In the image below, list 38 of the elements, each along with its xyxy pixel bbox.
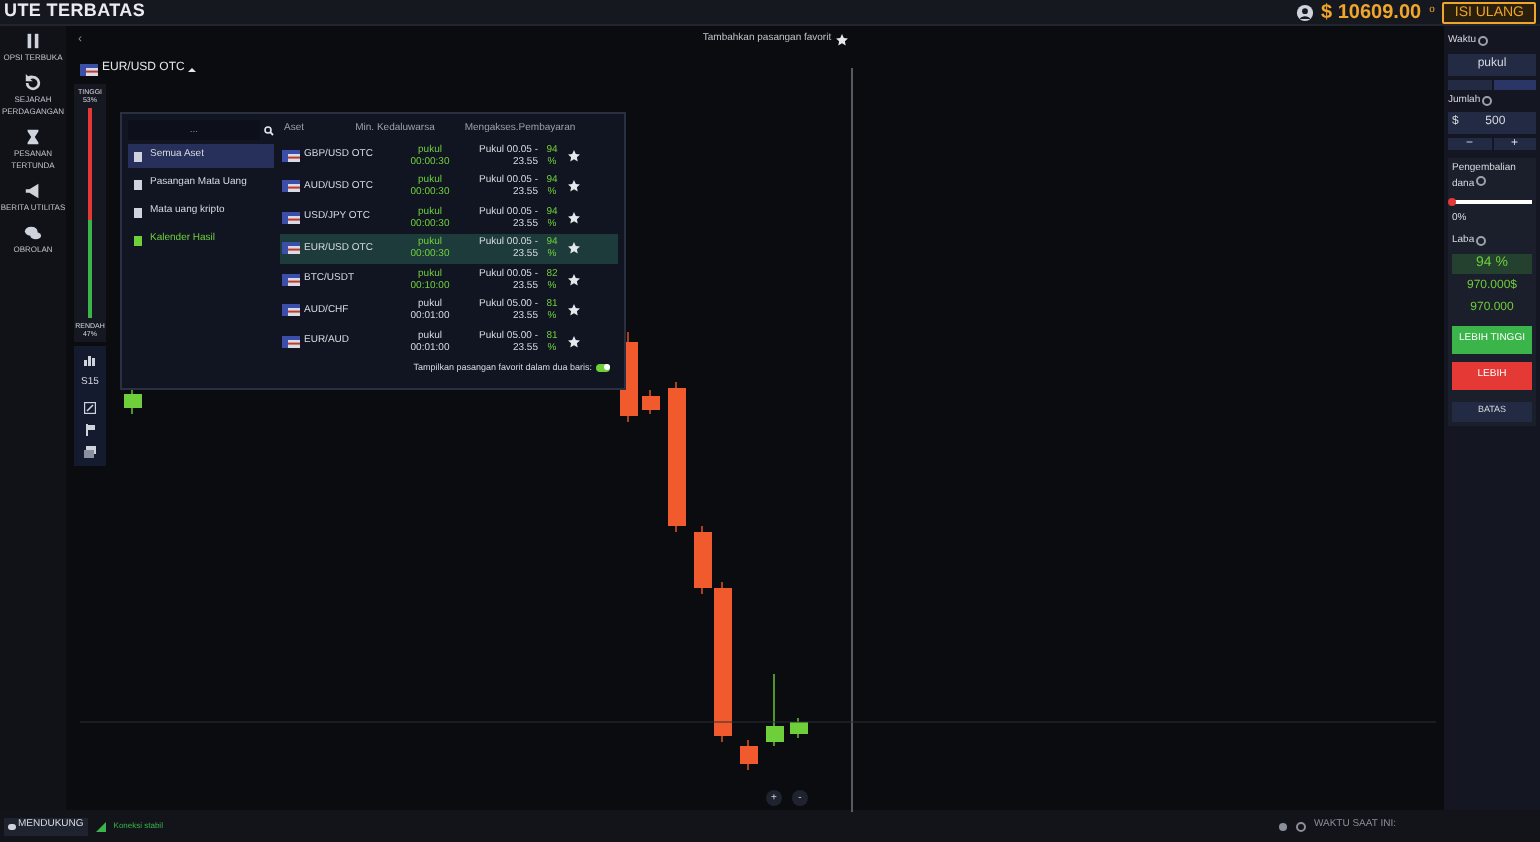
candle — [766, 673, 784, 747]
candle — [790, 717, 808, 739]
flag-icon — [282, 335, 300, 348]
flag-icon — [282, 273, 300, 286]
chat-icon — [24, 224, 42, 242]
search-icon[interactable] — [264, 125, 274, 135]
signal-icon — [95, 821, 106, 831]
candle — [740, 739, 758, 771]
columns-icon — [24, 32, 42, 50]
star-icon[interactable] — [568, 335, 580, 348]
flag-icon — [282, 180, 300, 193]
flag-icon — [282, 149, 300, 162]
star-icon[interactable] — [568, 242, 580, 255]
balance-amount: $ 10609.00 — [1321, 0, 1422, 27]
refund-slider-thumb[interactable] — [1448, 197, 1456, 205]
candle — [642, 389, 660, 415]
caret-icon[interactable] — [188, 67, 197, 71]
star-icon[interactable] — [568, 180, 580, 193]
candle — [124, 387, 142, 415]
flag-icon — [282, 211, 300, 224]
avatar-icon[interactable] — [1295, 3, 1314, 21]
flag-icon — [282, 304, 300, 317]
history-icon — [24, 74, 42, 92]
flag-tool-icon[interactable] — [85, 423, 95, 435]
star-icon[interactable] — [568, 273, 580, 286]
chat-icon — [8, 823, 16, 829]
flag-icon — [80, 63, 98, 75]
toggle-switch[interactable] — [596, 363, 610, 372]
flag-icon — [282, 242, 300, 255]
star-icon[interactable] — [835, 34, 848, 46]
hourglass-icon — [24, 128, 42, 146]
bar-chart-icon[interactable] — [84, 354, 96, 366]
brand-title: UTE TERBATAS — [4, 0, 146, 25]
pencil-icon[interactable] — [84, 401, 96, 413]
megaphone-icon — [24, 182, 42, 200]
star-icon[interactable] — [568, 304, 580, 317]
star-icon[interactable] — [568, 149, 580, 162]
star-icon[interactable] — [568, 211, 580, 224]
